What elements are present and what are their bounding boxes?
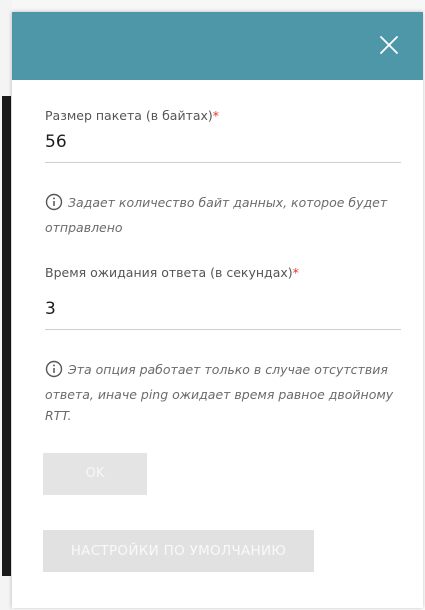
background-top-strip (0, 0, 425, 12)
background-left-strip (0, 0, 12, 610)
packet-size-label-text: Размер пакета (в байтах) (45, 108, 213, 123)
timeout-input[interactable]: 3 (45, 299, 56, 319)
timeout-label-text: Время ожидания ответа (в секундах) (45, 265, 293, 280)
restore-defaults-button[interactable]: НАСТРОЙКИ ПО УМОЛЧАНИЮ (43, 530, 314, 572)
packet-size-label: Размер пакета (в байтах)* (45, 108, 219, 123)
close-icon (380, 36, 398, 54)
info-icon (45, 193, 63, 217)
timeout-label: Время ожидания ответа (в секундах)* (45, 265, 299, 280)
background-dark-panel (2, 96, 11, 576)
required-mark: * (292, 265, 299, 280)
dialog-header (12, 12, 423, 80)
packet-size-underline (45, 162, 401, 163)
packet-size-hint: Задает количество байт данных, которое б… (45, 192, 397, 238)
timeout-hint: Эта опция работает только в случае отсут… (45, 359, 397, 426)
packet-size-input[interactable]: 56 (45, 132, 67, 152)
timeout-hint-text: Эта опция работает только в случае отсут… (45, 362, 394, 423)
ping-settings-dialog: Размер пакета (в байтах)* 56 Задает коли… (12, 12, 423, 608)
screen: Размер пакета (в байтах)* 56 Задает коли… (0, 0, 425, 610)
packet-size-hint-text: Задает количество байт данных, которое б… (45, 195, 388, 235)
ok-button[interactable]: OK (43, 453, 147, 495)
required-mark: * (212, 108, 220, 123)
info-icon (45, 360, 63, 384)
close-button[interactable] (373, 29, 405, 61)
timeout-underline (45, 329, 401, 330)
